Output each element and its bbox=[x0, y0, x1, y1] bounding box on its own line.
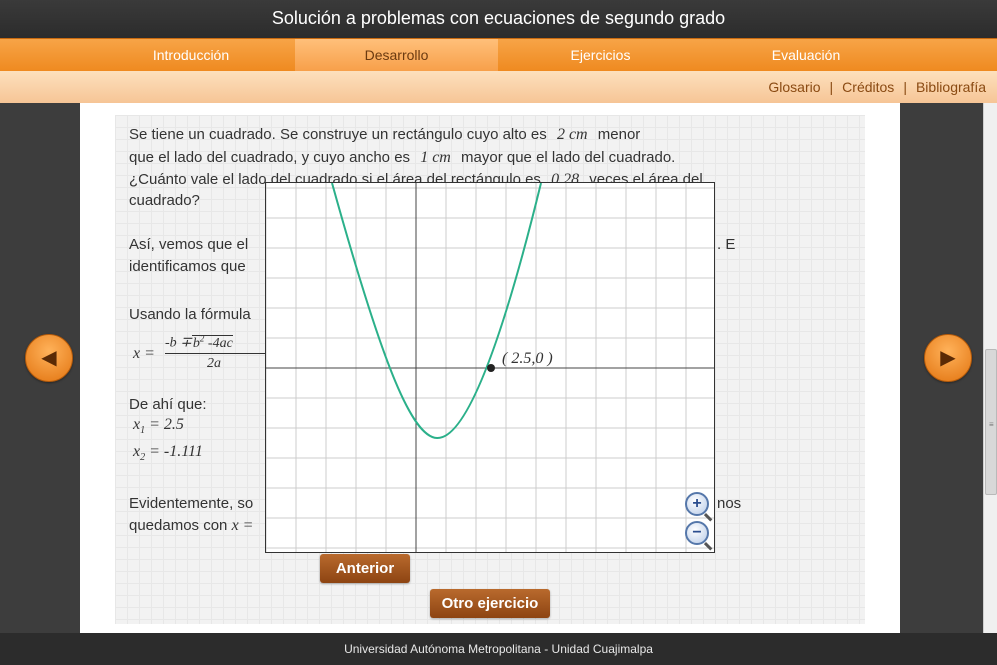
arrow-left-icon: ◀ bbox=[41, 347, 57, 369]
conclusion-line-1: Evidentemente, so bbox=[129, 495, 254, 512]
problem-line-1: Se tiene un cuadrado. Se construye un re… bbox=[129, 126, 640, 144]
app-title: Solución a problemas con ecuaciones de s… bbox=[0, 0, 997, 38]
math-sub: 1 bbox=[140, 425, 146, 437]
formula-lhs: x = bbox=[133, 345, 155, 362]
analysis-line-1-end: . E bbox=[717, 236, 736, 253]
footer-text: Universidad Autónoma Metropolitana - Uni… bbox=[0, 633, 997, 665]
math-sub: 2 bbox=[140, 452, 146, 464]
formula-part: b bbox=[192, 335, 200, 351]
formula-intro: Usando la fórmula bbox=[129, 306, 251, 323]
analysis-line-2: identificamos que bbox=[129, 258, 246, 275]
otro-ejercicio-button[interactable]: Otro ejercicio bbox=[430, 589, 550, 618]
grip-icon: ≡ bbox=[989, 420, 994, 429]
link-glosario[interactable]: Glosario bbox=[768, 79, 820, 95]
link-bibliografia[interactable]: Bibliografía bbox=[916, 79, 986, 95]
math-value: = -1.111 bbox=[149, 443, 203, 460]
math-value: 2 cm bbox=[556, 126, 588, 143]
zoom-in-icon[interactable]: + bbox=[685, 492, 709, 516]
formula-part: -4ac bbox=[204, 335, 233, 351]
conclusion-line-1-end: nos bbox=[717, 495, 742, 512]
arrow-right-icon: ▶ bbox=[940, 347, 956, 369]
tab-evaluacion[interactable]: Evaluación bbox=[703, 39, 909, 71]
formula-denominator: 2a bbox=[207, 356, 221, 371]
math-value: x = bbox=[231, 517, 254, 534]
formula-radical: b2 -4ac bbox=[191, 333, 233, 351]
anterior-button[interactable]: Anterior bbox=[320, 554, 410, 583]
conclusion-line-2: quedamos con x = bbox=[129, 517, 253, 535]
formula-part: -b ∓ bbox=[165, 335, 192, 351]
problem-text: quedamos con bbox=[129, 517, 228, 534]
tab-bar: Introducción Desarrollo Ejercicios Evalu… bbox=[0, 38, 997, 72]
link-creditos[interactable]: Créditos bbox=[842, 79, 894, 95]
next-page-button[interactable]: ▶ bbox=[924, 334, 972, 382]
result-intro: De ahí que: bbox=[129, 396, 207, 413]
prev-page-button[interactable]: ◀ bbox=[25, 334, 73, 382]
problem-text: mayor que el lado del cuadrado. bbox=[461, 149, 676, 166]
root-x2: x2 = -1.111 bbox=[133, 443, 203, 463]
zoom-out-icon[interactable]: − bbox=[685, 521, 709, 545]
problem-text: Se tiene un cuadrado. Se construye un re… bbox=[129, 126, 547, 143]
parabola-curve bbox=[331, 183, 542, 440]
link-separator: | bbox=[829, 79, 834, 95]
secondary-bar: Glosario | Créditos | Bibliografía bbox=[0, 71, 997, 103]
parabola-graph[interactable]: ( 2.5,0 ) bbox=[265, 182, 715, 553]
fraction-bar bbox=[165, 353, 265, 354]
problem-text: que el lado del cuadrado, y cuyo ancho e… bbox=[129, 149, 411, 166]
graph-canvas: ( 2.5,0 ) bbox=[266, 183, 714, 552]
root-point bbox=[487, 364, 495, 372]
math-value: 1 cm bbox=[420, 149, 451, 166]
problem-line-4: cuadrado? bbox=[129, 192, 200, 209]
root-x1: x1 = 2.5 bbox=[133, 416, 184, 436]
tab-introduccion[interactable]: Introducción bbox=[88, 39, 294, 71]
root-point-label: ( 2.5,0 ) bbox=[502, 350, 553, 367]
secondary-links: Glosario | Créditos | Bibliografía bbox=[768, 71, 986, 103]
analysis-line-1: Así, vemos que el bbox=[129, 236, 249, 253]
formula-numerator: -b ∓b2 -4ac bbox=[165, 333, 233, 352]
link-separator: | bbox=[903, 79, 907, 95]
scrollbar-thumb[interactable]: ≡ bbox=[985, 349, 997, 495]
problem-line-2: que el lado del cuadrado, y cuyo ancho e… bbox=[129, 149, 675, 167]
vertical-scrollbar[interactable]: ≡ bbox=[983, 103, 997, 633]
problem-text: menor bbox=[597, 126, 641, 143]
tab-desarrollo[interactable]: Desarrollo bbox=[295, 39, 498, 71]
math-value: = 2.5 bbox=[149, 416, 184, 433]
tab-ejercicios[interactable]: Ejercicios bbox=[499, 39, 702, 71]
